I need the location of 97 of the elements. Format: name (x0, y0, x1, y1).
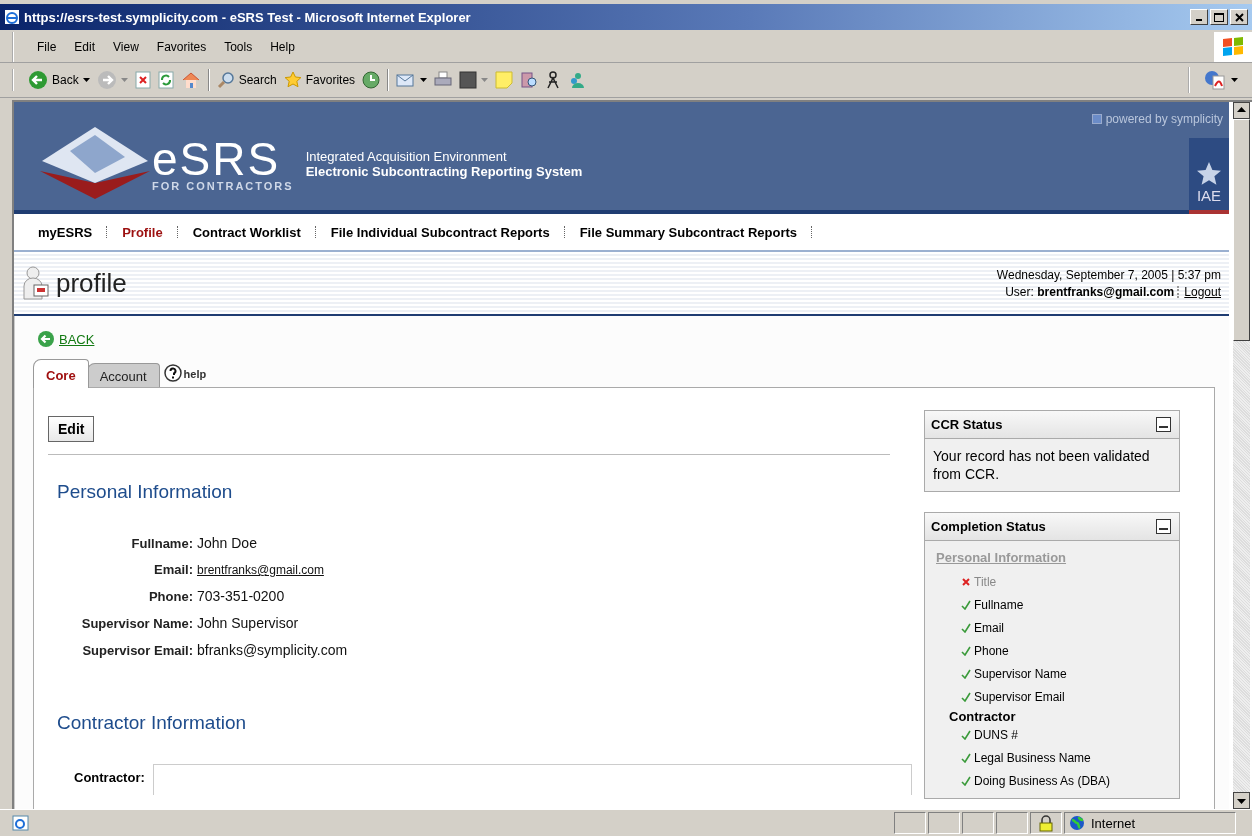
status-item: DUNS # (974, 727, 1018, 744)
close-button[interactable] (1230, 9, 1248, 25)
group-heading: Contractor (949, 708, 1017, 726)
section-heading: Personal Information (57, 481, 234, 503)
menu-item[interactable]: View (104, 40, 148, 54)
lock-icon (1039, 814, 1053, 832)
back-button[interactable]: Back (28, 70, 79, 90)
site-logo: eSRS (152, 138, 281, 180)
panel-title: Completion Status (931, 519, 1046, 534)
browser-icon (4, 9, 20, 25)
profile-icon (22, 266, 52, 300)
field-value: 703-351-0200 (197, 588, 285, 604)
pdf-icon[interactable] (1204, 70, 1226, 90)
powered-by-link[interactable]: powered by symplicity (1091, 112, 1223, 126)
menu-item[interactable]: File (28, 40, 66, 54)
nav-link[interactable]: Profile (122, 224, 163, 240)
globe-icon (1069, 815, 1085, 831)
field-value: bfranks@symplicity.com (197, 642, 348, 658)
history-icon[interactable] (362, 71, 381, 89)
minimize-button[interactable] (1190, 9, 1208, 25)
tab[interactable]: Core (33, 359, 89, 388)
help-icon[interactable] (163, 364, 182, 382)
status-bar-pane (928, 812, 960, 834)
field-label: Supervisor Email: (81, 643, 193, 658)
maximize-button[interactable] (1210, 9, 1228, 25)
minimize-icon[interactable] (1156, 519, 1171, 534)
panel-title: CCR Status (931, 417, 1003, 432)
banner-subtitle: Integrated Acquisition Environment (305, 149, 508, 164)
status-bar-pane (996, 812, 1028, 834)
mail-icon[interactable] (396, 72, 417, 88)
research-icon[interactable] (520, 71, 539, 89)
favorites-button[interactable]: Favorites (283, 71, 356, 89)
scrollbar[interactable] (1233, 102, 1250, 809)
field-label: Phone: (147, 589, 193, 604)
status-bar-pane (962, 812, 994, 834)
stop-icon[interactable] (134, 71, 151, 89)
status-bar-pane (894, 812, 926, 834)
status-item: Supervisor Email (974, 689, 1065, 706)
scrollbar-thumb[interactable] (1233, 119, 1250, 341)
field-value: John Doe (197, 535, 257, 551)
section-heading: Contractor Information (57, 712, 248, 734)
minimize-icon (1196, 19, 1202, 21)
maximize-icon (1214, 12, 1224, 22)
caret-icon (82, 78, 90, 82)
status-message: Your record has not been validated from CCR. (933, 448, 1150, 482)
refresh-icon[interactable] (157, 71, 174, 89)
banner-title: Electronic Subcontracting Reporting System (305, 164, 583, 179)
field-label: Fullname: (130, 536, 193, 551)
edit-button[interactable]: Edit (48, 416, 95, 442)
person-icon[interactable] (545, 71, 562, 89)
status-item: Fullname (974, 597, 1024, 614)
home-icon[interactable] (180, 71, 201, 89)
back-link[interactable]: BACK (59, 331, 95, 347)
field-label: Email: (153, 562, 193, 577)
field-value: John Supervisor (197, 615, 299, 631)
status-item: Legal Business Name (974, 750, 1091, 767)
page-title: profile (56, 267, 127, 299)
logo-subtitle: FOR CONTRACTORS (152, 180, 294, 192)
field-label: Supervisor Name: (80, 616, 193, 631)
user-info: User: brentfranks@gmail.com (1005, 284, 1175, 299)
status-item: Phone (974, 643, 1009, 660)
menu-item[interactable]: Edit (65, 40, 105, 54)
star-icon (1196, 161, 1222, 187)
security-zone: Internet (1091, 815, 1136, 831)
status-item: Doing Business As (DBA) (974, 773, 1111, 790)
menu-item[interactable]: Favorites (147, 40, 216, 54)
search-button[interactable]: Search (216, 71, 277, 89)
close-icon (1234, 12, 1244, 22)
nav-link[interactable]: File Individual Subcontract Reports (330, 224, 550, 240)
square-icon[interactable] (459, 71, 478, 89)
search-icon (216, 71, 235, 89)
printer-icon[interactable] (434, 71, 453, 89)
status-item: Email (974, 620, 1004, 637)
logout-link[interactable]: Logout (1184, 284, 1221, 299)
minimize-icon[interactable] (1156, 417, 1171, 432)
caret-icon (120, 78, 128, 82)
menu-item[interactable]: Help (261, 40, 304, 54)
field-label: Contractor: (74, 770, 145, 785)
scroll-down-icon[interactable] (1233, 792, 1250, 809)
caret-icon (1231, 78, 1238, 82)
email-link[interactable]: brentfranks@gmail.com (197, 563, 324, 577)
date-time: Wednesday, September 7, 2005 | 5:37 pm (996, 267, 1221, 282)
caret-icon (481, 78, 489, 82)
caret-icon (420, 78, 428, 82)
windows-logo-icon (1214, 32, 1252, 62)
help-link[interactable]: help (183, 368, 207, 380)
scroll-up-icon[interactable] (1233, 102, 1250, 119)
page-icon (12, 815, 30, 831)
status-item: Supervisor Name (974, 666, 1067, 683)
iae-badge: IAE (1189, 138, 1229, 214)
star-icon (283, 71, 302, 89)
window-title: https://esrs-test.symplicity.com - eSRS Test - Microsoft Internet Explorer (24, 9, 472, 25)
status-item: Title (974, 574, 997, 591)
nav-link[interactable]: myESRS (38, 224, 93, 240)
menu-item[interactable]: Tools (215, 40, 262, 54)
nav-link[interactable]: File Summary Subcontract Reports (579, 224, 798, 240)
nav-link[interactable]: Contract Worklist (192, 224, 301, 240)
